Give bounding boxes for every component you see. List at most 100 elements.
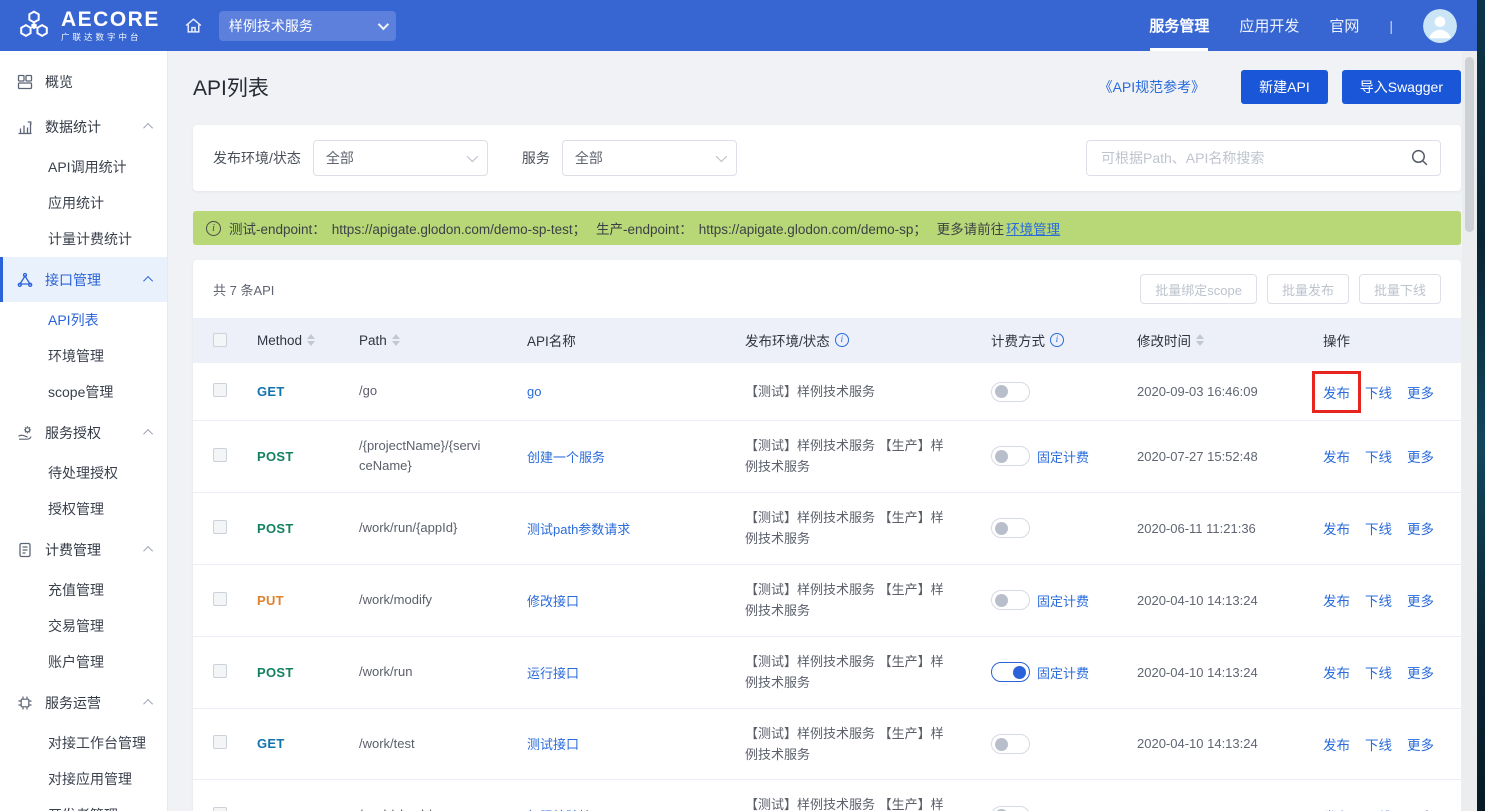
offline-action[interactable]: 下线 xyxy=(1365,446,1392,466)
billing-type-link[interactable]: 固定计费 xyxy=(1037,591,1089,610)
workspace-selector[interactable]: 样例技术服务 xyxy=(219,11,396,41)
publish-action[interactable]: 发布 xyxy=(1323,734,1350,754)
publish-action[interactable]: 发布 xyxy=(1323,518,1350,538)
more-action[interactable]: 更多 xyxy=(1407,590,1434,610)
row-checkbox[interactable] xyxy=(213,807,227,811)
service-select[interactable]: 全部 xyxy=(562,140,737,176)
publish-action[interactable]: 发布 xyxy=(1323,446,1350,466)
more-action[interactable]: 更多 xyxy=(1407,518,1434,538)
offline-action[interactable]: 下线 xyxy=(1365,734,1392,754)
sidebar-item-scope-management[interactable]: scope管理 xyxy=(0,374,167,410)
search-icon[interactable] xyxy=(1410,148,1429,172)
billing-info-icon[interactable]: i xyxy=(1050,333,1064,347)
import-swagger-button[interactable]: 导入Swagger xyxy=(1342,70,1461,104)
sidebar-item-overview[interactable]: 概览 xyxy=(0,59,167,104)
service-authorization-icon xyxy=(17,425,35,441)
row-checkbox[interactable] xyxy=(213,520,227,534)
api-name-link[interactable]: 创建一个服务 xyxy=(527,450,605,465)
batch-bind-scope-button[interactable]: 批量绑定scope xyxy=(1140,274,1257,304)
page-scrollbar[interactable] xyxy=(1462,51,1477,811)
billing-toggle[interactable] xyxy=(991,382,1030,402)
home-icon[interactable] xyxy=(184,16,203,35)
sidebar-item-billing-management[interactable]: 计费管理 xyxy=(0,527,167,572)
row-checkbox[interactable] xyxy=(213,383,227,397)
row-checkbox[interactable] xyxy=(213,592,227,606)
sidebar-item-label: 对接工作台管理 xyxy=(48,733,146,753)
sidebar-item-service-authorization[interactable]: 服务授权 xyxy=(0,410,167,455)
collapse-caret-icon[interactable] xyxy=(143,546,153,556)
sidebar-item-metering-billing-stats[interactable]: 计量计费统计 xyxy=(0,221,167,257)
publish-action[interactable]: 发布 xyxy=(1323,662,1350,682)
sidebar-item-interface-management[interactable]: 接口管理 xyxy=(0,257,167,302)
collapse-caret-icon[interactable] xyxy=(143,699,153,709)
scrollbar-thumb[interactable] xyxy=(1465,57,1474,232)
api-spec-reference-link[interactable]: 《API规范参考》 xyxy=(1099,77,1206,97)
sidebar-item-pending-authorization[interactable]: 待处理授权 xyxy=(0,455,167,491)
collapse-caret-icon[interactable] xyxy=(143,429,153,439)
sidebar-item-developer-management[interactable]: 开发者管理 xyxy=(0,797,167,811)
more-action[interactable]: 更多 xyxy=(1407,734,1434,754)
sidebar-item-api-list[interactable]: API列表 xyxy=(0,302,167,338)
api-name-link[interactable]: 测试接口 xyxy=(527,737,579,752)
topnav-app-development[interactable]: 应用开发 xyxy=(1239,0,1299,51)
offline-action[interactable]: 下线 xyxy=(1365,590,1392,610)
api-name-link[interactable]: 测试path参数请求 xyxy=(527,522,630,537)
billing-toggle[interactable] xyxy=(991,590,1030,610)
sort-icon[interactable] xyxy=(1196,334,1204,346)
billing-toggle[interactable] xyxy=(991,446,1030,466)
batch-publish-button[interactable]: 批量发布 xyxy=(1267,274,1349,304)
sidebar-item-authorization-management[interactable]: 授权管理 xyxy=(0,491,167,527)
create-api-button[interactable]: 新建API xyxy=(1241,70,1328,104)
env-status-info-icon[interactable]: i xyxy=(835,333,849,347)
sort-icon[interactable] xyxy=(392,334,400,346)
sort-icon[interactable] xyxy=(307,334,315,346)
batch-offline-button[interactable]: 批量下线 xyxy=(1359,274,1441,304)
select-all-checkbox[interactable] xyxy=(213,333,227,347)
collapse-caret-icon[interactable] xyxy=(143,276,153,286)
topnav-service-management[interactable]: 服务管理 xyxy=(1149,0,1209,51)
sidebar-item-transaction-management[interactable]: 交易管理 xyxy=(0,608,167,644)
billing-type-link[interactable]: 固定计费 xyxy=(1037,663,1089,682)
sidebar-item-recharge-management[interactable]: 充值管理 xyxy=(0,572,167,608)
sidebar-item-data-stats[interactable]: 数据统计 xyxy=(0,104,167,149)
sidebar-item-integration-app-management[interactable]: 对接应用管理 xyxy=(0,761,167,797)
row-checkbox[interactable] xyxy=(213,448,227,462)
offline-action[interactable]: 下线 xyxy=(1365,382,1392,402)
publish-action[interactable]: 发布 xyxy=(1323,382,1350,402)
more-action[interactable]: 更多 xyxy=(1407,806,1434,811)
sidebar-item-app-stats[interactable]: 应用统计 xyxy=(0,185,167,221)
api-name-link[interactable]: 修改接口 xyxy=(527,594,579,609)
billing-toggle[interactable] xyxy=(991,806,1030,811)
more-action[interactable]: 更多 xyxy=(1407,662,1434,682)
billing-type-link[interactable]: 固定计费 xyxy=(1037,447,1089,466)
offline-action[interactable]: 下线 xyxy=(1365,662,1392,682)
billing-toggle[interactable] xyxy=(991,662,1030,682)
user-avatar[interactable] xyxy=(1423,9,1457,43)
brand-logo[interactable]: AECORE 广联达数字中台 xyxy=(16,8,160,44)
sidebar-item-api-call-stats[interactable]: API调用统计 xyxy=(0,149,167,185)
sidebar-item-account-management[interactable]: 账户管理 xyxy=(0,644,167,680)
env-status-select[interactable]: 全部 xyxy=(313,140,488,176)
more-action[interactable]: 更多 xyxy=(1407,446,1434,466)
env-status-text: 【测试】样例技术服务 【生产】样例技术服务 xyxy=(745,651,991,694)
offline-action[interactable]: 下线 xyxy=(1365,806,1392,811)
api-name-link[interactable]: go xyxy=(527,384,541,399)
env-management-link[interactable]: 环境管理 xyxy=(1006,222,1060,237)
api-path: /{projectName}/{serviceName} xyxy=(359,436,527,478)
sidebar-item-service-operation[interactable]: 服务运营 xyxy=(0,680,167,725)
offline-action[interactable]: 下线 xyxy=(1365,518,1392,538)
sidebar-item-env-management[interactable]: 环境管理 xyxy=(0,338,167,374)
more-action[interactable]: 更多 xyxy=(1407,382,1434,402)
billing-toggle[interactable] xyxy=(991,518,1030,538)
topnav-official-site[interactable]: 官网 xyxy=(1329,0,1359,51)
row-checkbox[interactable] xyxy=(213,664,227,678)
sidebar-item-workbench-management[interactable]: 对接工作台管理 xyxy=(0,725,167,761)
api-name-link[interactable]: 运行接口 xyxy=(527,666,579,681)
collapse-caret-icon[interactable] xyxy=(143,123,153,133)
publish-action[interactable]: 发布 xyxy=(1323,806,1350,811)
publish-action[interactable]: 发布 xyxy=(1323,590,1350,610)
search-input[interactable] xyxy=(1086,140,1441,176)
billing-toggle[interactable] xyxy=(991,734,1030,754)
env-status-text: 【测试】样例技术服务 【生产】样例技术服务 xyxy=(745,435,991,478)
row-checkbox[interactable] xyxy=(213,735,227,749)
